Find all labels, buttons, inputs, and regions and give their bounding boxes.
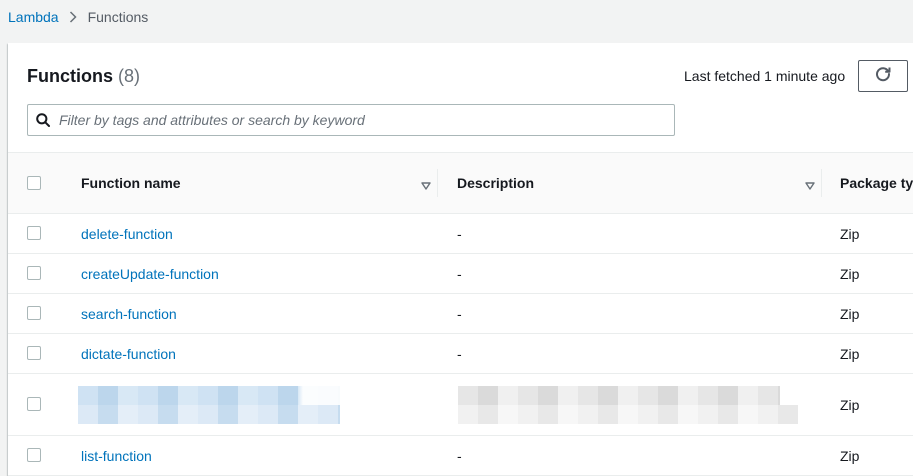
function-package-type: Zip bbox=[840, 225, 860, 242]
column-header-label: Description bbox=[457, 175, 535, 191]
select-all-checkbox[interactable] bbox=[27, 176, 41, 190]
function-name-link[interactable]: createUpdate-function bbox=[81, 266, 219, 282]
column-header-description[interactable]: Description bbox=[457, 153, 821, 213]
function-description: - bbox=[457, 265, 462, 282]
function-package-type: Zip bbox=[840, 396, 860, 413]
column-divider[interactable] bbox=[437, 169, 438, 197]
function-name-link[interactable]: search-function bbox=[81, 306, 177, 322]
table-row: dictate-function - Zip bbox=[8, 334, 913, 374]
function-description: - bbox=[457, 447, 462, 464]
table-row-redacted: Zip bbox=[8, 374, 913, 436]
search-input[interactable] bbox=[59, 112, 649, 128]
function-name-link[interactable]: list-function bbox=[81, 448, 152, 464]
function-description: - bbox=[457, 345, 462, 362]
function-package-type: Zip bbox=[840, 447, 860, 464]
function-description: - bbox=[457, 305, 462, 322]
row-checkbox[interactable] bbox=[27, 346, 41, 360]
last-fetched-text: Last fetched 1 minute ago bbox=[684, 68, 846, 84]
breadcrumb: Lambda Functions bbox=[8, 8, 148, 26]
function-description: - bbox=[457, 225, 462, 242]
refresh-icon bbox=[874, 65, 892, 88]
page-title: Functions (8) bbox=[27, 65, 140, 87]
table-row: list-function - Zip bbox=[8, 436, 913, 476]
row-checkbox[interactable] bbox=[27, 226, 41, 240]
row-checkbox[interactable] bbox=[27, 397, 41, 411]
function-package-type: Zip bbox=[840, 345, 860, 362]
panel-title-text: Functions bbox=[27, 66, 113, 86]
row-checkbox[interactable] bbox=[27, 266, 41, 280]
row-checkbox[interactable] bbox=[27, 306, 41, 320]
functions-table: Function name Description Package type d… bbox=[8, 152, 913, 476]
refresh-button[interactable] bbox=[858, 60, 908, 92]
filter-search bbox=[27, 104, 675, 136]
chevron-right-icon bbox=[69, 11, 77, 23]
redacted-function-name bbox=[78, 405, 340, 424]
column-header-label: Package type bbox=[840, 175, 913, 191]
sort-down-icon[interactable] bbox=[805, 177, 815, 193]
redacted-description bbox=[458, 405, 798, 424]
function-name-link[interactable]: delete-function bbox=[81, 226, 173, 242]
column-header-label: Function name bbox=[81, 175, 181, 191]
sort-down-icon[interactable] bbox=[421, 177, 431, 193]
table-header: Function name Description Package type bbox=[8, 152, 913, 214]
table-row: delete-function - Zip bbox=[8, 214, 913, 254]
breadcrumb-current: Functions bbox=[87, 9, 149, 25]
function-package-type: Zip bbox=[840, 265, 860, 282]
column-header-function-name[interactable]: Function name bbox=[81, 153, 437, 213]
breadcrumb-lambda-link[interactable]: Lambda bbox=[8, 9, 59, 25]
row-checkbox[interactable] bbox=[27, 448, 41, 462]
functions-panel: Functions (8) Last fetched 1 minute ago … bbox=[8, 43, 913, 476]
column-header-package-type[interactable]: Package type bbox=[840, 153, 913, 213]
search-icon bbox=[36, 113, 50, 127]
table-row: createUpdate-function - Zip bbox=[8, 254, 913, 294]
function-count: (8) bbox=[118, 66, 141, 86]
function-name-link[interactable]: dictate-function bbox=[81, 346, 176, 362]
column-divider[interactable] bbox=[821, 169, 822, 197]
function-package-type: Zip bbox=[840, 305, 860, 322]
table-row: search-function - Zip bbox=[8, 294, 913, 334]
